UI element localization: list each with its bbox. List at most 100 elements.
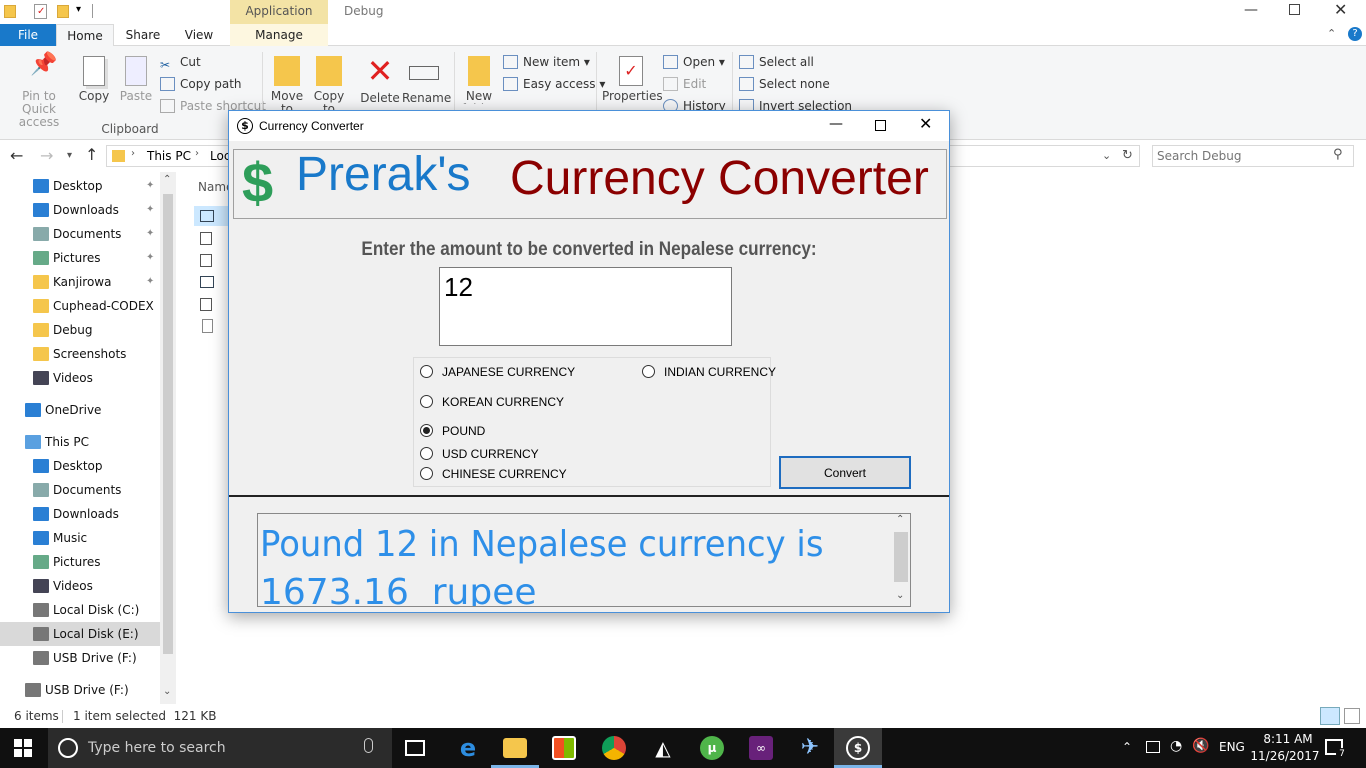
- history-button[interactable]: History: [663, 96, 726, 110]
- store-icon[interactable]: [552, 736, 576, 760]
- search-input[interactable]: [1157, 148, 1327, 164]
- easy-access-button[interactable]: Easy access ▾: [503, 74, 605, 94]
- delete-button[interactable]: ✕ Delete: [360, 55, 400, 105]
- paste-button[interactable]: Paste: [118, 56, 154, 103]
- volume-muted-icon[interactable]: 🔇: [1192, 738, 1209, 754]
- scroll-up-icon[interactable]: ⌃: [896, 514, 904, 525]
- nav-onedrive[interactable]: OneDrive: [0, 398, 160, 422]
- copy-path-button[interactable]: Copy path: [160, 74, 242, 94]
- task-view-icon[interactable]: [405, 740, 425, 756]
- clock-date[interactable]: 11/26/2017: [1250, 749, 1320, 763]
- file-row[interactable]: [194, 250, 230, 270]
- nav-pc-0[interactable]: Desktop: [0, 454, 160, 478]
- nav-scrollbar[interactable]: ⌃ ⌄: [160, 172, 176, 704]
- start-windows-icon[interactable]: [14, 739, 32, 757]
- nav-pc-1[interactable]: Documents: [0, 478, 160, 502]
- recent-dropdown-icon[interactable]: ▾: [67, 150, 72, 161]
- dialog-close-button[interactable]: ✕: [919, 114, 932, 133]
- nav-quick-1[interactable]: Downloads ✦: [0, 198, 160, 222]
- nav-quick-8[interactable]: Videos: [0, 366, 160, 390]
- edge-icon[interactable]: e: [456, 736, 480, 760]
- properties-qa-icon[interactable]: ✓: [34, 4, 47, 19]
- tab-manage[interactable]: Manage: [230, 24, 328, 46]
- chrome-icon[interactable]: [602, 736, 626, 760]
- dialog-minimize-button[interactable]: —: [829, 116, 843, 132]
- up-arrow-icon[interactable]: ↑: [85, 145, 98, 164]
- nav-quick-2[interactable]: Documents ✦: [0, 222, 160, 246]
- radio-usd[interactable]: USD CURRENCY: [420, 446, 539, 462]
- nav-pc-7[interactable]: Local Disk (E:): [0, 622, 160, 646]
- file-row[interactable]: [194, 228, 230, 248]
- scroll-thumb[interactable]: [894, 532, 908, 582]
- large-icons-view-icon[interactable]: [1344, 708, 1360, 724]
- minimize-button[interactable]: —: [1244, 3, 1258, 17]
- address-dropdown-icon[interactable]: ⌄: [1102, 149, 1111, 162]
- nav-pc-2[interactable]: Downloads: [0, 502, 160, 526]
- nav-quick-3[interactable]: Pictures ✦: [0, 246, 160, 270]
- edit-button[interactable]: Edit: [663, 74, 706, 94]
- microphone-icon[interactable]: [364, 738, 373, 753]
- select-all-button[interactable]: Select all: [739, 52, 814, 72]
- breadcrumb-this-pc[interactable]: This PC: [147, 149, 191, 163]
- nav-pc-6[interactable]: Local Disk (C:): [0, 598, 160, 622]
- tab-share[interactable]: Share: [118, 24, 168, 46]
- radio-chinese[interactable]: CHINESE CURRENCY: [420, 466, 567, 482]
- details-view-icon[interactable]: [1320, 707, 1340, 725]
- game-app-icon[interactable]: ✈: [798, 736, 822, 760]
- restore-button[interactable]: [1289, 4, 1300, 15]
- dialog-titlebar[interactable]: $ Currency Converter — ✕: [229, 111, 949, 141]
- scroll-down-icon[interactable]: ⌄: [896, 590, 904, 601]
- tab-home[interactable]: Home: [56, 24, 114, 47]
- select-none-button[interactable]: Select none: [739, 74, 830, 94]
- visual-studio-icon[interactable]: ∞: [749, 736, 773, 760]
- new-item-button[interactable]: New item ▾: [503, 52, 590, 72]
- file-explorer-icon[interactable]: [503, 738, 527, 758]
- close-button[interactable]: ✕: [1334, 0, 1347, 19]
- move-to-button[interactable]: Move to: [268, 56, 306, 116]
- refresh-icon[interactable]: ↻: [1122, 148, 1133, 163]
- open-button[interactable]: Open ▾: [663, 52, 725, 72]
- properties-button[interactable]: ✓ Properties: [602, 56, 663, 103]
- result-scrollbar[interactable]: ⌃ ⌄: [892, 514, 910, 606]
- nav-pc-4[interactable]: Pictures: [0, 550, 160, 574]
- nav-usb-drive[interactable]: USB Drive (F:): [0, 678, 160, 702]
- pin-quick-access-button[interactable]: 📌 Pin to Quick access: [4, 54, 74, 129]
- qa-dropdown-icon[interactable]: ▾: [76, 4, 81, 15]
- currency-converter-taskbar-button[interactable]: $: [834, 728, 882, 768]
- nav-quick-0[interactable]: Desktop ✦: [0, 174, 160, 198]
- amount-input[interactable]: 12: [439, 267, 732, 346]
- help-icon[interactable]: ?: [1348, 27, 1362, 41]
- cut-button[interactable]: ✂ Cut: [160, 52, 201, 72]
- convert-button[interactable]: Convert: [779, 456, 911, 489]
- nav-this-pc[interactable]: This PC: [0, 430, 160, 454]
- nav-quick-6[interactable]: Debug: [0, 318, 160, 342]
- radio-indian[interactable]: INDIAN CURRENCY: [642, 364, 776, 380]
- collapse-ribbon-icon[interactable]: ⌃: [1327, 27, 1336, 40]
- utorrent-icon[interactable]: µ: [700, 736, 724, 760]
- scroll-thumb[interactable]: [163, 194, 173, 654]
- nav-pc-3[interactable]: Music: [0, 526, 160, 550]
- file-row[interactable]: [194, 272, 230, 292]
- scroll-down-icon[interactable]: ⌄: [163, 686, 171, 697]
- nav-quick-5[interactable]: Cuphead-CODEX: [0, 294, 160, 318]
- nav-pc-8[interactable]: USB Drive (F:): [0, 646, 160, 670]
- invert-selection-button[interactable]: Invert selection: [739, 96, 852, 110]
- nav-quick-4[interactable]: Kanjirowa ✦: [0, 270, 160, 294]
- network-icon[interactable]: [1146, 741, 1160, 753]
- unity-icon[interactable]: ◭: [651, 736, 675, 760]
- radio-japanese[interactable]: JAPANESE CURRENCY: [420, 364, 575, 380]
- result-textbox[interactable]: Pound 12 in Nepalese currency is 1673.16…: [257, 513, 911, 607]
- wifi-icon[interactable]: ◔: [1170, 738, 1182, 754]
- radio-korean[interactable]: KOREAN CURRENCY: [420, 394, 564, 410]
- radio-pound[interactable]: POUND: [420, 423, 485, 439]
- file-row[interactable]: [194, 206, 230, 226]
- tab-file[interactable]: File: [0, 24, 56, 46]
- tab-view[interactable]: View: [174, 24, 224, 46]
- language-indicator[interactable]: ENG: [1219, 740, 1245, 754]
- copy-button[interactable]: Copy: [76, 56, 112, 103]
- new-folder-button[interactable]: New folder: [460, 56, 498, 104]
- address-field-tail[interactable]: ⌄ ↻: [950, 145, 1140, 167]
- new-folder-qa-icon[interactable]: [57, 5, 69, 18]
- file-row[interactable]: [194, 294, 230, 314]
- back-arrow-icon[interactable]: ←: [10, 146, 23, 165]
